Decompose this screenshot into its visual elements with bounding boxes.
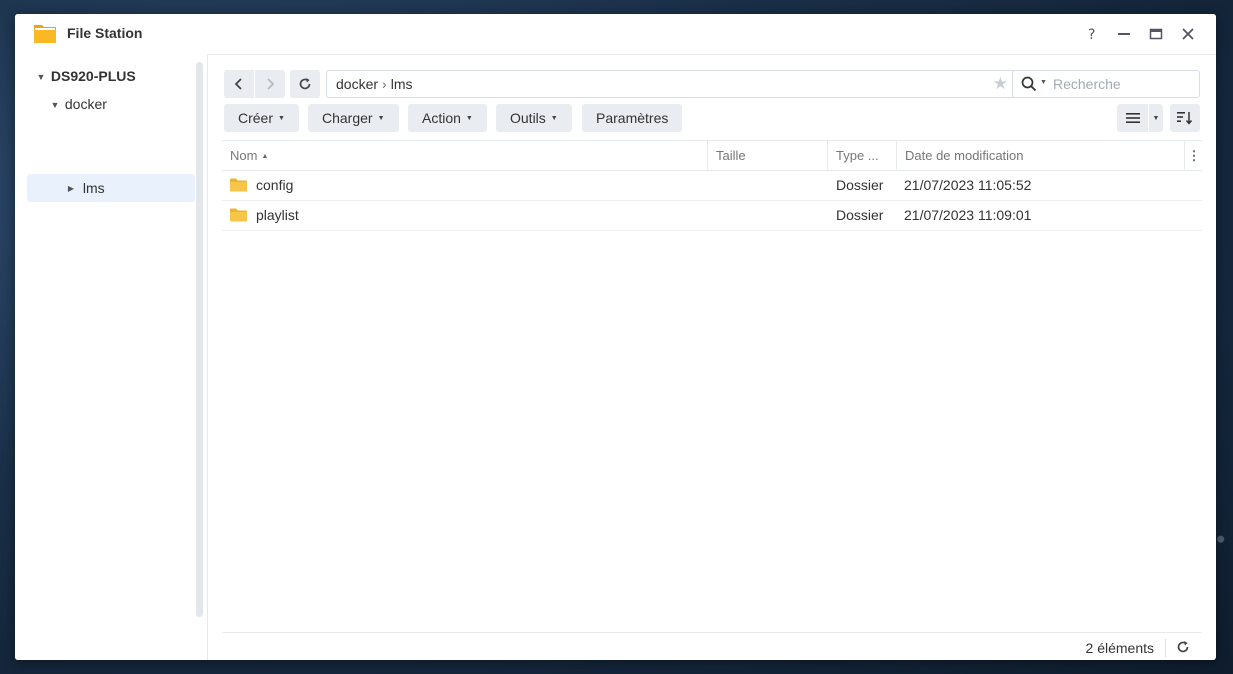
- view-options-dropdown[interactable]: ▼: [1149, 104, 1163, 132]
- titlebar: File Station ?: [15, 14, 1216, 55]
- search-input[interactable]: [1051, 73, 1195, 95]
- sidebar-item-label: lms: [82, 180, 105, 196]
- main-panel: docker›lms ★ ▼ Créer ▼ Charger ▼ Action ▼ O…: [208, 54, 1216, 660]
- sidebar-item-label: docker: [64, 96, 107, 112]
- refresh-button[interactable]: [290, 70, 320, 98]
- table-row[interactable]: playlist Dossier 21/07/2023 11:09:01: [222, 201, 1202, 231]
- column-header-type[interactable]: Type ...: [828, 141, 897, 170]
- caret-right-icon[interactable]: ▶: [65, 175, 77, 203]
- file-modified: 21/07/2023 11:09:01: [904, 207, 1032, 223]
- forward-button[interactable]: [255, 70, 285, 98]
- caret-down-icon[interactable]: ▼: [49, 91, 61, 119]
- table-row[interactable]: config Dossier 21/07/2023 11:05:52: [222, 171, 1202, 201]
- status-divider: [1165, 639, 1166, 657]
- folder-icon: [230, 208, 247, 222]
- help-icon[interactable]: ?: [1080, 22, 1104, 46]
- caret-down-icon: ▼: [377, 115, 385, 123]
- status-bar: 2 éléments: [222, 632, 1202, 660]
- file-list: Nom ▲ Taille Type ... Date de modificatio…: [222, 140, 1202, 231]
- breadcrumb-lms[interactable]: lms: [391, 76, 413, 92]
- search-options-caret-icon[interactable]: ▼: [1040, 79, 1047, 86]
- minimize-icon[interactable]: [1112, 22, 1136, 46]
- window-title: File Station: [67, 25, 143, 41]
- column-header-modified[interactable]: Date de modification: [897, 141, 1185, 170]
- sidebar-item-docker[interactable]: ▼ docker: [49, 90, 107, 118]
- list-view-button[interactable]: [1117, 104, 1148, 132]
- file-name: playlist: [256, 207, 299, 223]
- column-header-label: Taille: [716, 148, 746, 163]
- sidebar-item-lms[interactable]: ▶ lms: [27, 174, 195, 202]
- column-header-size[interactable]: Taille: [708, 141, 828, 170]
- folder-icon: [230, 178, 247, 192]
- file-name: config: [256, 177, 294, 193]
- caret-down-icon: ▼: [1152, 114, 1160, 122]
- column-header-name[interactable]: Nom ▲: [222, 141, 708, 170]
- create-button[interactable]: Créer ▼: [224, 104, 299, 132]
- caret-down-icon[interactable]: ▼: [35, 63, 47, 91]
- tools-button-label: Outils: [510, 110, 546, 126]
- svg-text:?: ?: [1088, 27, 1095, 41]
- upload-button-label: Charger: [322, 110, 373, 126]
- search-box: ▼: [1012, 70, 1200, 98]
- forward-icon: [267, 78, 275, 90]
- file-station-icon: [33, 22, 57, 44]
- settings-button[interactable]: Paramètres: [582, 104, 683, 132]
- file-type: Dossier: [836, 207, 884, 223]
- maximize-icon[interactable]: [1144, 22, 1168, 46]
- caret-down-icon: ▼: [550, 115, 558, 123]
- refresh-icon: [299, 78, 311, 90]
- caret-down-icon: ▼: [465, 115, 473, 123]
- create-button-label: Créer: [238, 110, 274, 126]
- sort-icon: [1177, 112, 1193, 125]
- list-view-icon: [1125, 113, 1140, 123]
- breadcrumb-separator: ›: [382, 76, 387, 92]
- more-icon[interactable]: ⋮: [1186, 141, 1202, 170]
- sidebar-item-host[interactable]: ▼ DS920-PLUS: [35, 62, 136, 90]
- refresh-icon[interactable]: [1176, 640, 1190, 654]
- sidebar-item-label: DS920-PLUS: [50, 68, 136, 84]
- settings-button-label: Paramètres: [596, 110, 669, 126]
- sort-button[interactable]: [1170, 104, 1200, 132]
- sort-ascending-icon: ▲: [261, 153, 269, 161]
- path-bar[interactable]: docker › lms ★: [326, 70, 1015, 98]
- column-header-label: Nom: [230, 148, 258, 163]
- item-count: 2 éléments: [1085, 640, 1154, 656]
- action-button-label: Action: [422, 110, 461, 126]
- column-header-label: Date de modification: [905, 148, 1024, 163]
- sidebar: ▼ DS920-PLUS ▼ docker ▶ lms: [15, 54, 208, 660]
- search-icon[interactable]: [1021, 76, 1037, 92]
- file-modified: 21/07/2023 11:05:52: [904, 177, 1032, 193]
- breadcrumb-docker[interactable]: docker: [336, 76, 378, 92]
- action-button[interactable]: Action ▼: [408, 104, 487, 132]
- star-icon[interactable]: ★: [993, 71, 1008, 97]
- back-button[interactable]: [224, 70, 254, 98]
- column-header-label: Type ...: [836, 148, 879, 163]
- file-station-window: File Station ? ▼ DS920-PLUS ▼ docker ▶ l…: [15, 14, 1216, 660]
- close-icon[interactable]: [1176, 22, 1200, 46]
- sidebar-scrollbar[interactable]: [196, 62, 203, 617]
- upload-button[interactable]: Charger ▼: [308, 104, 399, 132]
- tools-button[interactable]: Outils ▼: [496, 104, 572, 132]
- file-type: Dossier: [836, 177, 884, 193]
- file-list-header: Nom ▲ Taille Type ... Date de modificatio…: [222, 140, 1202, 171]
- back-icon: [234, 78, 242, 90]
- caret-down-icon: ▼: [278, 115, 285, 123]
